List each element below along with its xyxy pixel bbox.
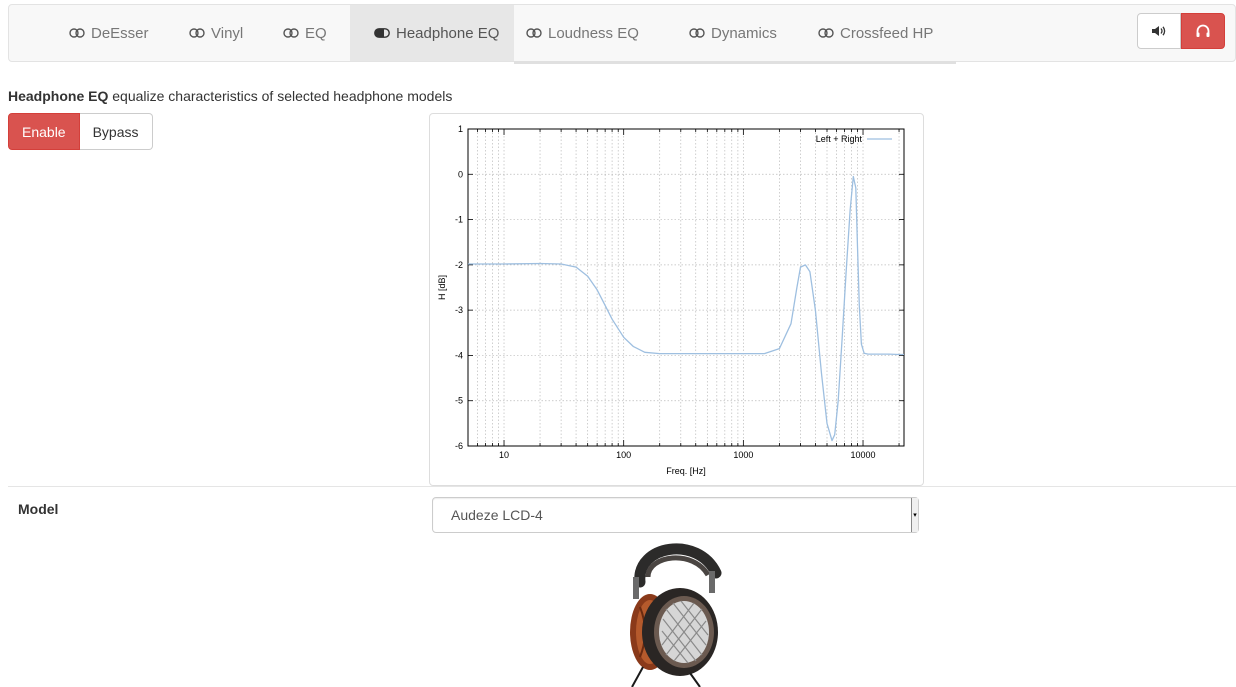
tab-vinyl[interactable]: Vinyl [177,5,257,61]
tab-deesser[interactable]: DeEsser [57,5,165,61]
tab-underline [514,61,956,64]
y-tick-label: -3 [455,305,463,315]
volume-icon [1152,26,1166,36]
dropdown-arrow-icon: ▾ [911,498,918,532]
x-tick-label: 1000 [733,450,753,460]
toggle-on-icon [374,28,390,38]
toggle-off-icon [283,28,299,38]
tab-loudness-eq[interactable]: Loudness EQ [514,5,664,61]
enable-button[interactable]: Enable [8,113,80,150]
model-label: Model [18,501,59,517]
toggle-off-icon [818,28,834,38]
tab-headphone-eq[interactable]: Headphone EQ [350,5,514,61]
tab-label: DeEsser [91,24,149,42]
tab-label: Loudness EQ [548,24,639,42]
tab-label: Crossfeed HP [840,24,934,42]
toggle-off-icon [189,28,205,38]
tab-crossfeed-hp[interactable]: Crossfeed HP [806,5,948,61]
section-divider [8,486,1236,487]
frequency-response-plot: 10 100 1000 1000010-1-2-3-4-5-6Freq. [Hz]H … [437,124,905,476]
headphones-output-button[interactable] [1181,13,1225,49]
x-axis-label: Freq. [Hz] [666,466,706,476]
model-select[interactable]: Audeze LCD-4 ▾ [432,497,919,533]
toggle-off-icon [689,28,705,38]
output-toggle [1137,13,1225,49]
tab-eq[interactable]: EQ [271,5,337,61]
speaker-output-button[interactable] [1137,13,1181,49]
y-tick-label: -2 [455,260,463,270]
legend-label: Left + Right [816,134,863,144]
tab-label: EQ [305,24,327,42]
x-tick-label: 10 [499,450,509,460]
y-tick-label: -4 [455,350,463,360]
tab-label: Headphone EQ [396,24,500,42]
description-text: equalize characteristics of selected hea… [108,88,453,104]
plugin-description: Headphone EQ equalize characteristics of… [8,88,452,104]
frequency-response-chart: 10 100 1000 10000 1 0 -1 -2 -3 -4 -5 -6 Freq. [Hz] H … [429,113,924,486]
y-axis-label: H [dB] [437,275,447,300]
model-select-value: Audeze LCD-4 [451,507,543,523]
x-tick-label: 10000 [851,450,876,460]
y-tick-label: 1 [458,124,463,134]
headphones-icon [1196,24,1210,37]
plugin-navbar: DeEsser Vinyl EQ Headphone EQ Loudness EQ Dyn… [8,4,1236,64]
tab-label: Dynamics [711,24,777,42]
y-tick-label: -5 [455,396,463,406]
tab-dynamics[interactable]: Dynamics [677,5,793,61]
enable-bypass-group: Enable Bypass [8,113,153,150]
description-title: Headphone EQ [8,88,109,104]
tab-label: Vinyl [211,24,244,42]
toggle-off-icon [69,28,85,38]
y-tick-label: -1 [455,215,463,225]
x-tick-label: 100 [616,450,631,460]
bypass-button[interactable]: Bypass [79,113,153,150]
headphone-image [630,543,722,687]
y-tick-label: -6 [455,441,463,451]
toggle-off-icon [526,28,542,38]
y-tick-label: 0 [458,169,463,179]
